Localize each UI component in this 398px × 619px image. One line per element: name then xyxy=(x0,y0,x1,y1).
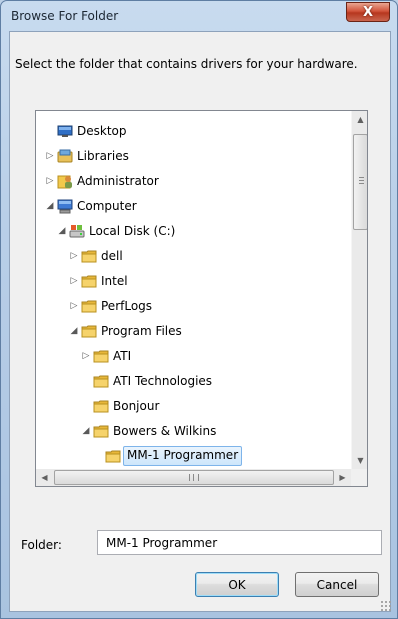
desktop-icon xyxy=(57,123,73,139)
tree-item-mm-1-programmer[interactable]: MM-1 Programmer xyxy=(36,444,354,468)
grip-line xyxy=(359,177,364,178)
tree-item-label: Local Disk (C:) xyxy=(89,224,176,238)
tree-item-label: Bowers & Wilkins xyxy=(113,424,217,438)
scroll-down-icon[interactable]: ▼ xyxy=(352,452,367,469)
collapse-arrow-icon[interactable]: ◢ xyxy=(80,419,92,443)
tree-item-label: Libraries xyxy=(77,149,129,163)
folder-icon xyxy=(105,448,121,464)
tree-item-label: ATI xyxy=(113,349,132,363)
tree-item-perflogs[interactable]: ▷ PerfLogs xyxy=(36,294,354,318)
tree-item-administrator[interactable]: ▷ Administrator xyxy=(36,169,354,193)
tree-item-label: Computer xyxy=(77,199,137,213)
close-icon: X xyxy=(362,4,374,20)
dialog-body: Select the folder that contains drivers … xyxy=(9,31,392,612)
window-title: Browse For Folder xyxy=(11,9,119,23)
tree-item-label: Bonjour xyxy=(113,399,160,413)
scroll-up-icon[interactable]: ▲ xyxy=(352,111,367,128)
tree-item-bonjour[interactable]: Bonjour xyxy=(36,394,354,418)
cancel-button[interactable]: Cancel xyxy=(295,572,379,597)
horizontal-scroll-thumb[interactable] xyxy=(54,470,334,485)
tree-item-desktop[interactable]: Desktop xyxy=(36,119,354,143)
grip-icon xyxy=(189,474,199,481)
tree-item-ati-technologies[interactable]: ATI Technologies xyxy=(36,369,354,393)
folder-icon xyxy=(93,423,109,439)
folder-icon xyxy=(81,248,97,264)
folder-tree[interactable]: Desktop ▷ Libraries ▷ Administrator ◢ Computer… xyxy=(35,110,368,487)
tree-item-label: ATI Technologies xyxy=(113,374,213,388)
tree-item-program-files[interactable]: ◢ Program Files xyxy=(36,319,354,343)
folder-icon xyxy=(93,398,109,414)
tree-item-label: Administrator xyxy=(77,174,159,188)
vertical-scroll-thumb[interactable] xyxy=(353,134,367,230)
scrollbar-corner xyxy=(351,469,367,486)
folder-icon xyxy=(93,373,109,389)
ok-button[interactable]: OK xyxy=(195,572,279,597)
close-button[interactable]: X xyxy=(346,2,390,22)
resize-grip-icon[interactable] xyxy=(380,600,392,612)
tree-item-libraries[interactable]: ▷ Libraries xyxy=(36,144,354,168)
horizontal-scrollbar[interactable]: ◀ ▶ xyxy=(36,469,351,486)
collapse-arrow-icon[interactable]: ◢ xyxy=(44,194,56,218)
drive-icon xyxy=(69,223,85,239)
computer-icon xyxy=(57,198,73,214)
tree-item-bowers-wilkins[interactable]: ◢ Bowers & Wilkins xyxy=(36,419,354,443)
folder-icon xyxy=(81,273,97,289)
folder-label: Folder: xyxy=(21,538,62,552)
expand-arrow-icon[interactable]: ▷ xyxy=(80,344,92,368)
tree-item-label: Program Files xyxy=(101,324,182,338)
libraries-icon xyxy=(57,148,73,164)
title-bar[interactable]: Browse For Folder X xyxy=(1,1,397,31)
tree-item-dell[interactable]: ▷ dell xyxy=(36,244,354,268)
tree-item-label: MM-1 Programmer xyxy=(123,446,243,466)
expand-arrow-icon[interactable]: ▷ xyxy=(68,294,80,318)
tree-item-label: PerfLogs xyxy=(101,299,153,313)
vertical-scrollbar[interactable]: ▲ ▼ xyxy=(351,111,367,469)
browse-for-folder-dialog: Browse For Folder X Select the folder th… xyxy=(0,0,398,619)
expand-arrow-icon[interactable]: ▷ xyxy=(44,169,56,193)
tree-item-computer[interactable]: ◢ Computer xyxy=(36,194,354,218)
scroll-left-icon[interactable]: ◀ xyxy=(36,469,53,486)
user-folder-icon xyxy=(57,173,73,189)
tree-item-local-disk-c[interactable]: ◢ Local Disk (C:) xyxy=(36,219,354,243)
tree-item-label: Intel xyxy=(101,274,128,288)
tree-item-ati[interactable]: ▷ ATI xyxy=(36,344,354,368)
collapse-arrow-icon[interactable]: ◢ xyxy=(68,319,80,343)
expand-arrow-icon[interactable]: ▷ xyxy=(68,269,80,293)
folder-icon xyxy=(93,348,109,364)
folder-input[interactable] xyxy=(97,530,382,555)
tree-item-intel[interactable]: ▷ Intel xyxy=(36,269,354,293)
folder-icon xyxy=(81,323,97,339)
tree-item-label: dell xyxy=(101,249,123,263)
grip-line xyxy=(359,183,364,184)
expand-arrow-icon[interactable]: ▷ xyxy=(68,244,80,268)
instruction-text: Select the folder that contains drivers … xyxy=(15,57,358,71)
collapse-arrow-icon[interactable]: ◢ xyxy=(56,219,68,243)
grip-line xyxy=(359,180,364,181)
scroll-right-icon[interactable]: ▶ xyxy=(334,469,351,486)
tree-item-label: Desktop xyxy=(77,124,127,138)
expand-arrow-icon[interactable]: ▷ xyxy=(44,144,56,168)
folder-icon xyxy=(81,298,97,314)
